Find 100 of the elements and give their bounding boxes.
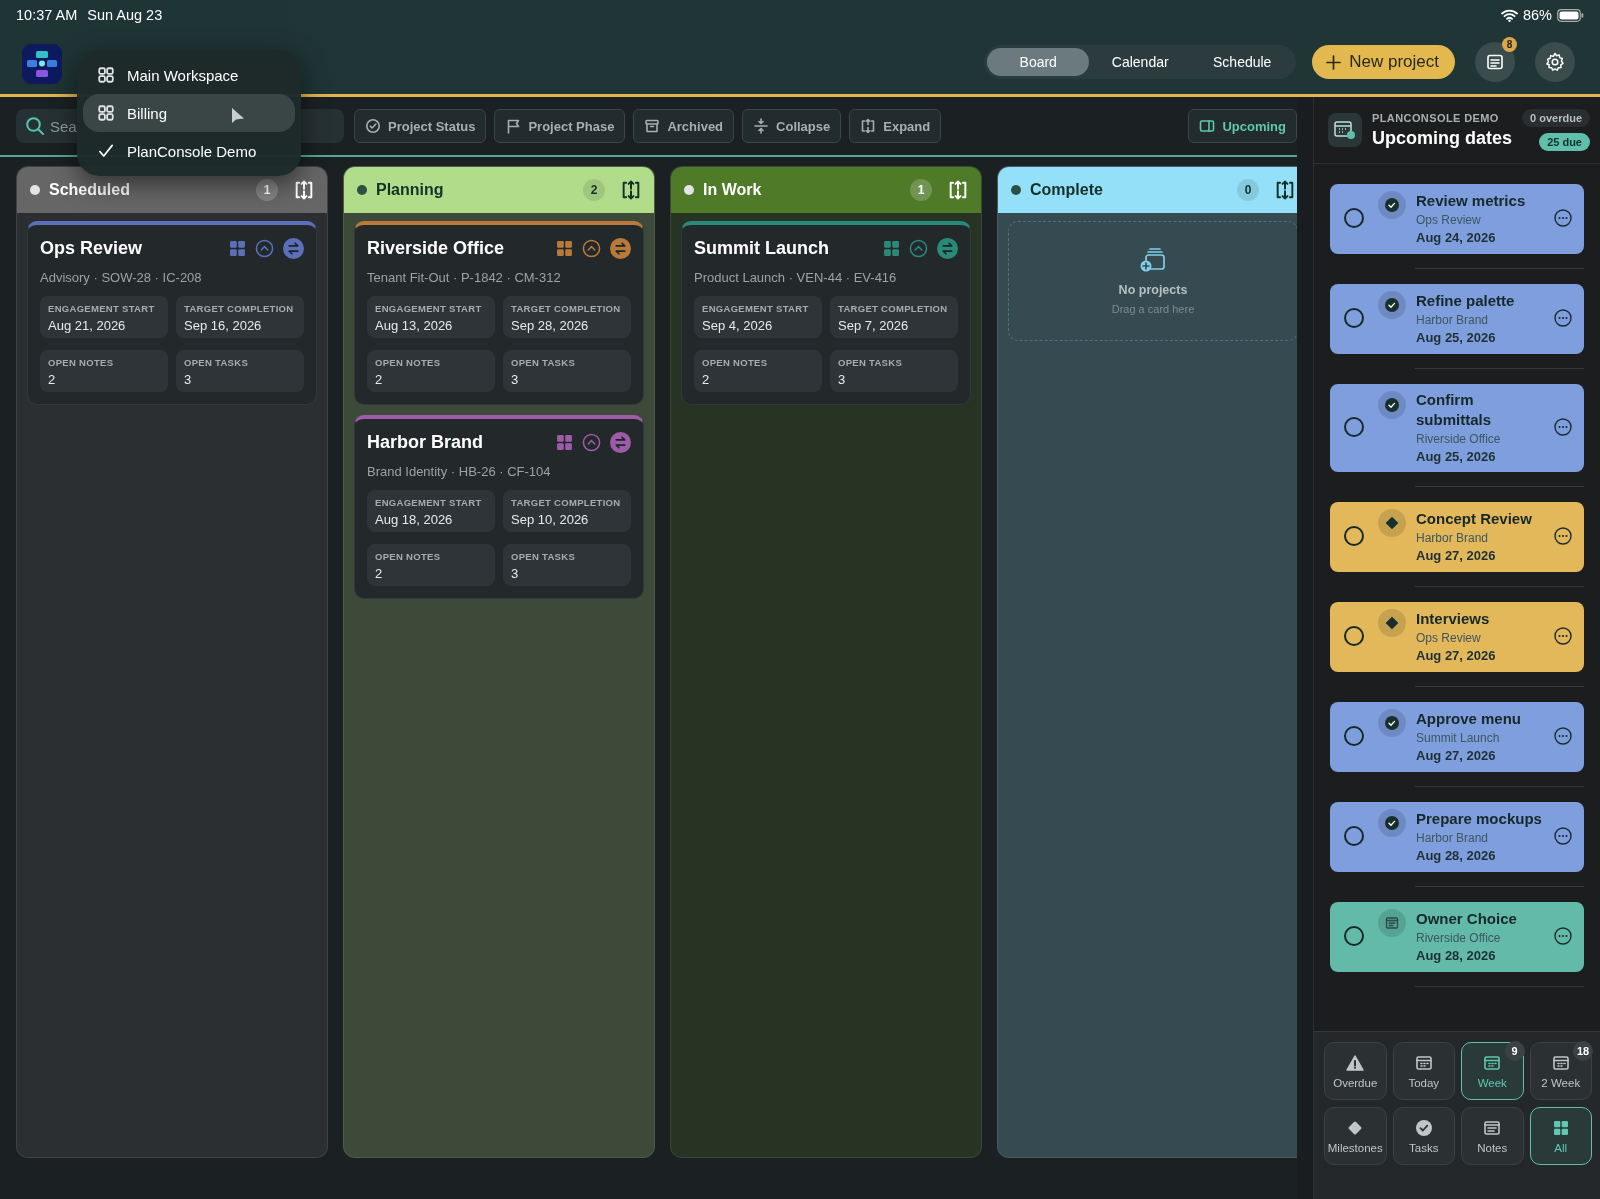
stat-label: TARGET COMPLETION: [838, 303, 949, 314]
filter-button[interactable]: Project Status: [354, 109, 487, 143]
due-badge: 25 due: [1539, 133, 1590, 151]
complete-toggle[interactable]: [1344, 826, 1364, 846]
count-badge: 2: [583, 179, 605, 201]
date-item[interactable]: Concept Review Harbor Brand Aug 27, 2026: [1330, 502, 1584, 572]
more-button[interactable]: [1554, 827, 1572, 845]
complete-toggle[interactable]: [1344, 208, 1364, 228]
stat-label: TARGET COMPLETION: [511, 497, 622, 508]
date-item[interactable]: Prepare mockups Harbor Brand Aug 28, 2026: [1330, 802, 1584, 872]
card-subtitle: Tenant Fit-Out · P-1842 · CM-312: [367, 270, 562, 285]
date-item[interactable]: Refine palette Harbor Brand Aug 25, 2026: [1330, 284, 1584, 354]
complete-toggle[interactable]: [1344, 926, 1364, 946]
empty-title: No projects: [1118, 283, 1188, 297]
filter-tab[interactable]: Milestones: [1324, 1107, 1387, 1165]
date-item[interactable]: Owner Choice Riverside Office Aug 28, 2026: [1330, 902, 1584, 972]
expand-button[interactable]: [947, 179, 969, 201]
filter-tab[interactable]: Today: [1392, 1042, 1455, 1100]
date-item[interactable]: Confirm submittals Riverside Office Aug 25, 2026: [1330, 384, 1584, 472]
more-button[interactable]: [1554, 927, 1572, 945]
item-project: Riverside Office: [1416, 931, 1502, 946]
item-title: Concept Review: [1416, 508, 1533, 529]
grid-icon: [556, 239, 573, 257]
complete-toggle[interactable]: [1344, 726, 1364, 746]
more-button[interactable]: [1554, 309, 1572, 327]
stat-value: Sep 10, 2026: [511, 512, 590, 527]
count-badge: 9: [1504, 1041, 1525, 1061]
filter-button[interactable]: Expand: [849, 109, 942, 143]
stat-value: 3: [184, 372, 193, 387]
project-card[interactable]: Harbor Brand Brand Identity · HB-26 · CF-104 ENGAGEMENT START Aug 18, 2026 TARGET COMPLETION Sep 10, 2026 OPEN NOTES 2 OPEN TASKS 3: [354, 415, 644, 599]
complete-toggle[interactable]: [1344, 526, 1364, 546]
more-button[interactable]: [1554, 527, 1572, 545]
stat-value: 3: [511, 372, 520, 387]
stat-label: OPEN TASKS: [838, 357, 904, 368]
archive-icon: [644, 118, 661, 134]
filter-tab[interactable]: 2 Week 18: [1529, 1042, 1592, 1100]
filter-button[interactable]: Project Phase: [494, 109, 626, 143]
upcoming-toggle[interactable]: Upcoming: [1188, 109, 1297, 143]
expand-button[interactable]: [293, 179, 315, 201]
stat-value: 2: [375, 372, 384, 387]
date-item[interactable]: Review metrics Ops Review Aug 24, 2026: [1330, 184, 1584, 254]
filter-tab[interactable]: Week 9: [1461, 1042, 1524, 1100]
settings-button[interactable]: [1535, 42, 1575, 82]
new-project-button[interactable]: New project: [1312, 45, 1455, 79]
menu-item[interactable]: PlanConsole Demo: [83, 132, 295, 170]
status-dot-icon: [30, 185, 40, 195]
calendar-icon: [1551, 1053, 1570, 1072]
item-project: Harbor Brand: [1416, 831, 1490, 846]
flag-icon: [505, 118, 522, 134]
notifications-button[interactable]: [1475, 42, 1515, 82]
warning-icon: [1346, 1053, 1365, 1072]
more-button[interactable]: [1554, 209, 1572, 227]
menu-item[interactable]: Main Workspace: [83, 56, 295, 94]
overdue-badge: 0 overdue: [1522, 109, 1590, 127]
view-tab[interactable]: Board: [987, 48, 1090, 76]
complete-toggle[interactable]: [1344, 308, 1364, 328]
menu-item[interactable]: Billing: [83, 94, 295, 132]
stat-label: ENGAGEMENT START: [702, 303, 810, 314]
view-tab[interactable]: Schedule: [1191, 48, 1294, 76]
item-project: Harbor Brand: [1416, 531, 1490, 546]
count-badge: 1: [256, 179, 278, 201]
stat-value: 2: [375, 566, 384, 581]
view-tab[interactable]: Calendar: [1089, 48, 1192, 76]
item-project: Riverside Office: [1416, 432, 1502, 446]
filter-tab[interactable]: Tasks: [1392, 1107, 1455, 1165]
complete-toggle[interactable]: [1344, 626, 1364, 646]
stat-label: ENGAGEMENT START: [48, 303, 156, 314]
grid-icon: [883, 239, 900, 257]
filter-tab[interactable]: All: [1529, 1107, 1592, 1165]
task-check-icon: [1378, 709, 1406, 737]
stat-value: Sep 4, 2026: [702, 318, 774, 333]
chevron-up-icon: [582, 238, 601, 258]
complete-toggle[interactable]: [1344, 417, 1364, 437]
column-title: Complete: [1030, 181, 1104, 199]
more-button[interactable]: [1554, 727, 1572, 745]
calendar-icon: [1414, 1053, 1433, 1072]
calendar-icon: [1328, 113, 1362, 147]
expand-button[interactable]: [620, 179, 642, 201]
status-dot-icon: [357, 185, 367, 195]
count-badge: 1: [910, 179, 932, 201]
expand-button[interactable]: [1274, 179, 1296, 201]
project-card[interactable]: Ops Review Advisory · SOW-28 · IC-208 ENGAGEMENT START Aug 21, 2026 TARGET COMPLETION Sep 16, 2026 OPEN NOTES 2 OPEN TASKS 3: [27, 221, 317, 405]
count-badge: 18: [1573, 1041, 1593, 1061]
filter-button[interactable]: Archived: [633, 109, 735, 143]
filter-tab[interactable]: Notes: [1461, 1107, 1524, 1165]
project-card[interactable]: Summit Launch Product Launch · VEN-44 · EV-416 ENGAGEMENT START Sep 4, 2026 TARGET COMPLETION Sep 7, 2026 OPEN NOTES 2 OPEN TASKS 3: [681, 221, 971, 405]
date-item[interactable]: Interviews Ops Review Aug 27, 2026: [1330, 602, 1584, 672]
calendar-icon: [1483, 1053, 1502, 1072]
card-subtitle: Advisory · SOW-28 · IC-208: [40, 270, 203, 285]
project-card[interactable]: Riverside Office Tenant Fit-Out · P-1842 · CM-312 ENGAGEMENT START Aug 13, 2026 TARGET COMPLETION Sep 28, 2026 OPEN NOTES 2 OPEN TASKS 3: [354, 221, 644, 405]
more-button[interactable]: [1554, 418, 1572, 436]
chevron-up-icon: [909, 238, 928, 258]
sidebar-panel-icon: [1199, 118, 1216, 134]
filter-button[interactable]: Collapse: [742, 109, 842, 143]
filter-tab[interactable]: Overdue: [1324, 1042, 1387, 1100]
date-item[interactable]: Approve menu Summit Launch Aug 27, 2026: [1330, 702, 1584, 772]
task-check-icon: [1378, 391, 1406, 419]
grid-icon: [1551, 1118, 1570, 1137]
more-button[interactable]: [1554, 627, 1572, 645]
status-date: Sun Aug 23: [87, 7, 163, 23]
